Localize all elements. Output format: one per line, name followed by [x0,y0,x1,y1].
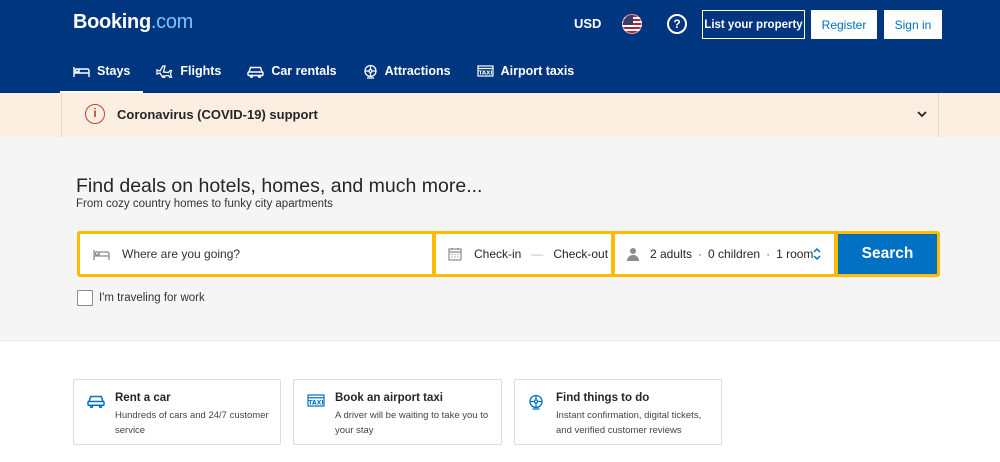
nav-item-stays[interactable]: Stays [60,52,144,93]
svg-text:TAXI: TAXI [478,71,492,77]
info-icon: i [85,104,105,124]
person-icon [627,248,639,261]
help-icon[interactable]: ? [667,14,687,34]
attractions-icon [529,394,543,410]
attractions-icon [363,64,377,79]
us-flag-icon[interactable] [622,14,642,34]
card-description: A driver will be waiting to take you to … [335,410,489,436]
check-out-label[interactable]: Check-out [553,247,608,261]
card-things-to-do[interactable]: Find things to do Instant confirmation, … [514,379,722,445]
children-count: 0 children [708,247,761,261]
card-title[interactable]: Rent a car [115,392,171,404]
plane-icon [156,65,173,78]
card-description: Instant confirmation, digital tickets, a… [556,410,702,436]
card-rent-a-car[interactable]: Rent a car Hundreds of cars and 24/7 cus… [73,379,281,445]
nav-label-car-rentals: Car rentals [271,64,337,78]
date-picker-field[interactable]: Check-in — Check-out [436,234,611,274]
taxi-icon: TAXI [307,394,325,407]
guests-field[interactable]: 2 adults · 0 children · 1 room [615,234,834,274]
search-button[interactable]: Search [838,234,937,274]
logo-main: Booking [73,11,151,33]
destination-field[interactable] [80,234,432,274]
card-title[interactable]: Book an airport taxi [335,392,443,404]
hero-title: Find deals on hotels, homes, and much mo… [76,175,483,197]
separator-dot: · [698,247,703,261]
card-airport-taxi[interactable]: TAXI Book an airport taxi A driver will … [293,379,502,445]
booking-logo[interactable]: Booking.com [73,11,193,34]
check-in-label[interactable]: Check-in [474,247,521,261]
currency-selector[interactable]: USD [574,17,601,31]
nav-label-attractions: Attractions [384,64,451,78]
separator-dot: · [766,247,771,261]
adults-count: 2 adults [650,247,693,261]
svg-text:TAXI: TAXI [308,400,323,407]
card-title[interactable]: Find things to do [556,392,649,404]
work-trip-label[interactable]: I'm traveling for work [99,292,205,304]
nav-item-airport-taxis[interactable]: TAXI Airport taxis [464,52,588,90]
date-separator: — [531,247,544,261]
bed-icon [93,249,110,260]
bed-icon [73,67,90,77]
rooms-count: 1 room [776,247,814,261]
card-description: Hundreds of cars and 24/7 customer servi… [115,410,269,436]
list-property-button[interactable]: List your property [702,10,805,39]
search-bar: Check-in — Check-out 2 adults · 0 childr… [77,231,940,277]
car-icon [87,395,105,408]
flag-canton [623,15,633,25]
calendar-icon [448,248,462,261]
nav-label-flights: Flights [180,64,222,78]
covid-support-text[interactable]: Coronavirus (COVID-19) support [117,107,318,122]
sign-in-button[interactable]: Sign in [884,10,942,39]
work-trip-checkbox[interactable] [77,290,93,306]
nav-item-flights[interactable]: Flights [143,52,234,90]
hero-subtitle: From cozy country homes to funky city ap… [76,198,333,210]
taxi-icon: TAXI [477,65,494,77]
work-trip-option[interactable]: I'm traveling for work [77,290,205,306]
car-icon [247,66,265,78]
nav-label-airport-taxis: Airport taxis [500,64,575,78]
logo-suffix: .com [150,11,194,33]
nav-item-attractions[interactable]: Attractions [350,52,464,90]
destination-input[interactable] [122,247,422,261]
chevron-down-icon[interactable] [915,107,929,121]
chevron-updown-icon [813,247,821,261]
register-button[interactable]: Register [811,10,877,39]
nav-item-car-rentals[interactable]: Car rentals [234,52,349,90]
nav-label-stays: Stays [97,64,131,78]
product-nav: Stays Flights Car rentals Attractions TA… [60,52,587,93]
top-header: Booking.com USD ? List your property Reg… [0,0,1000,93]
